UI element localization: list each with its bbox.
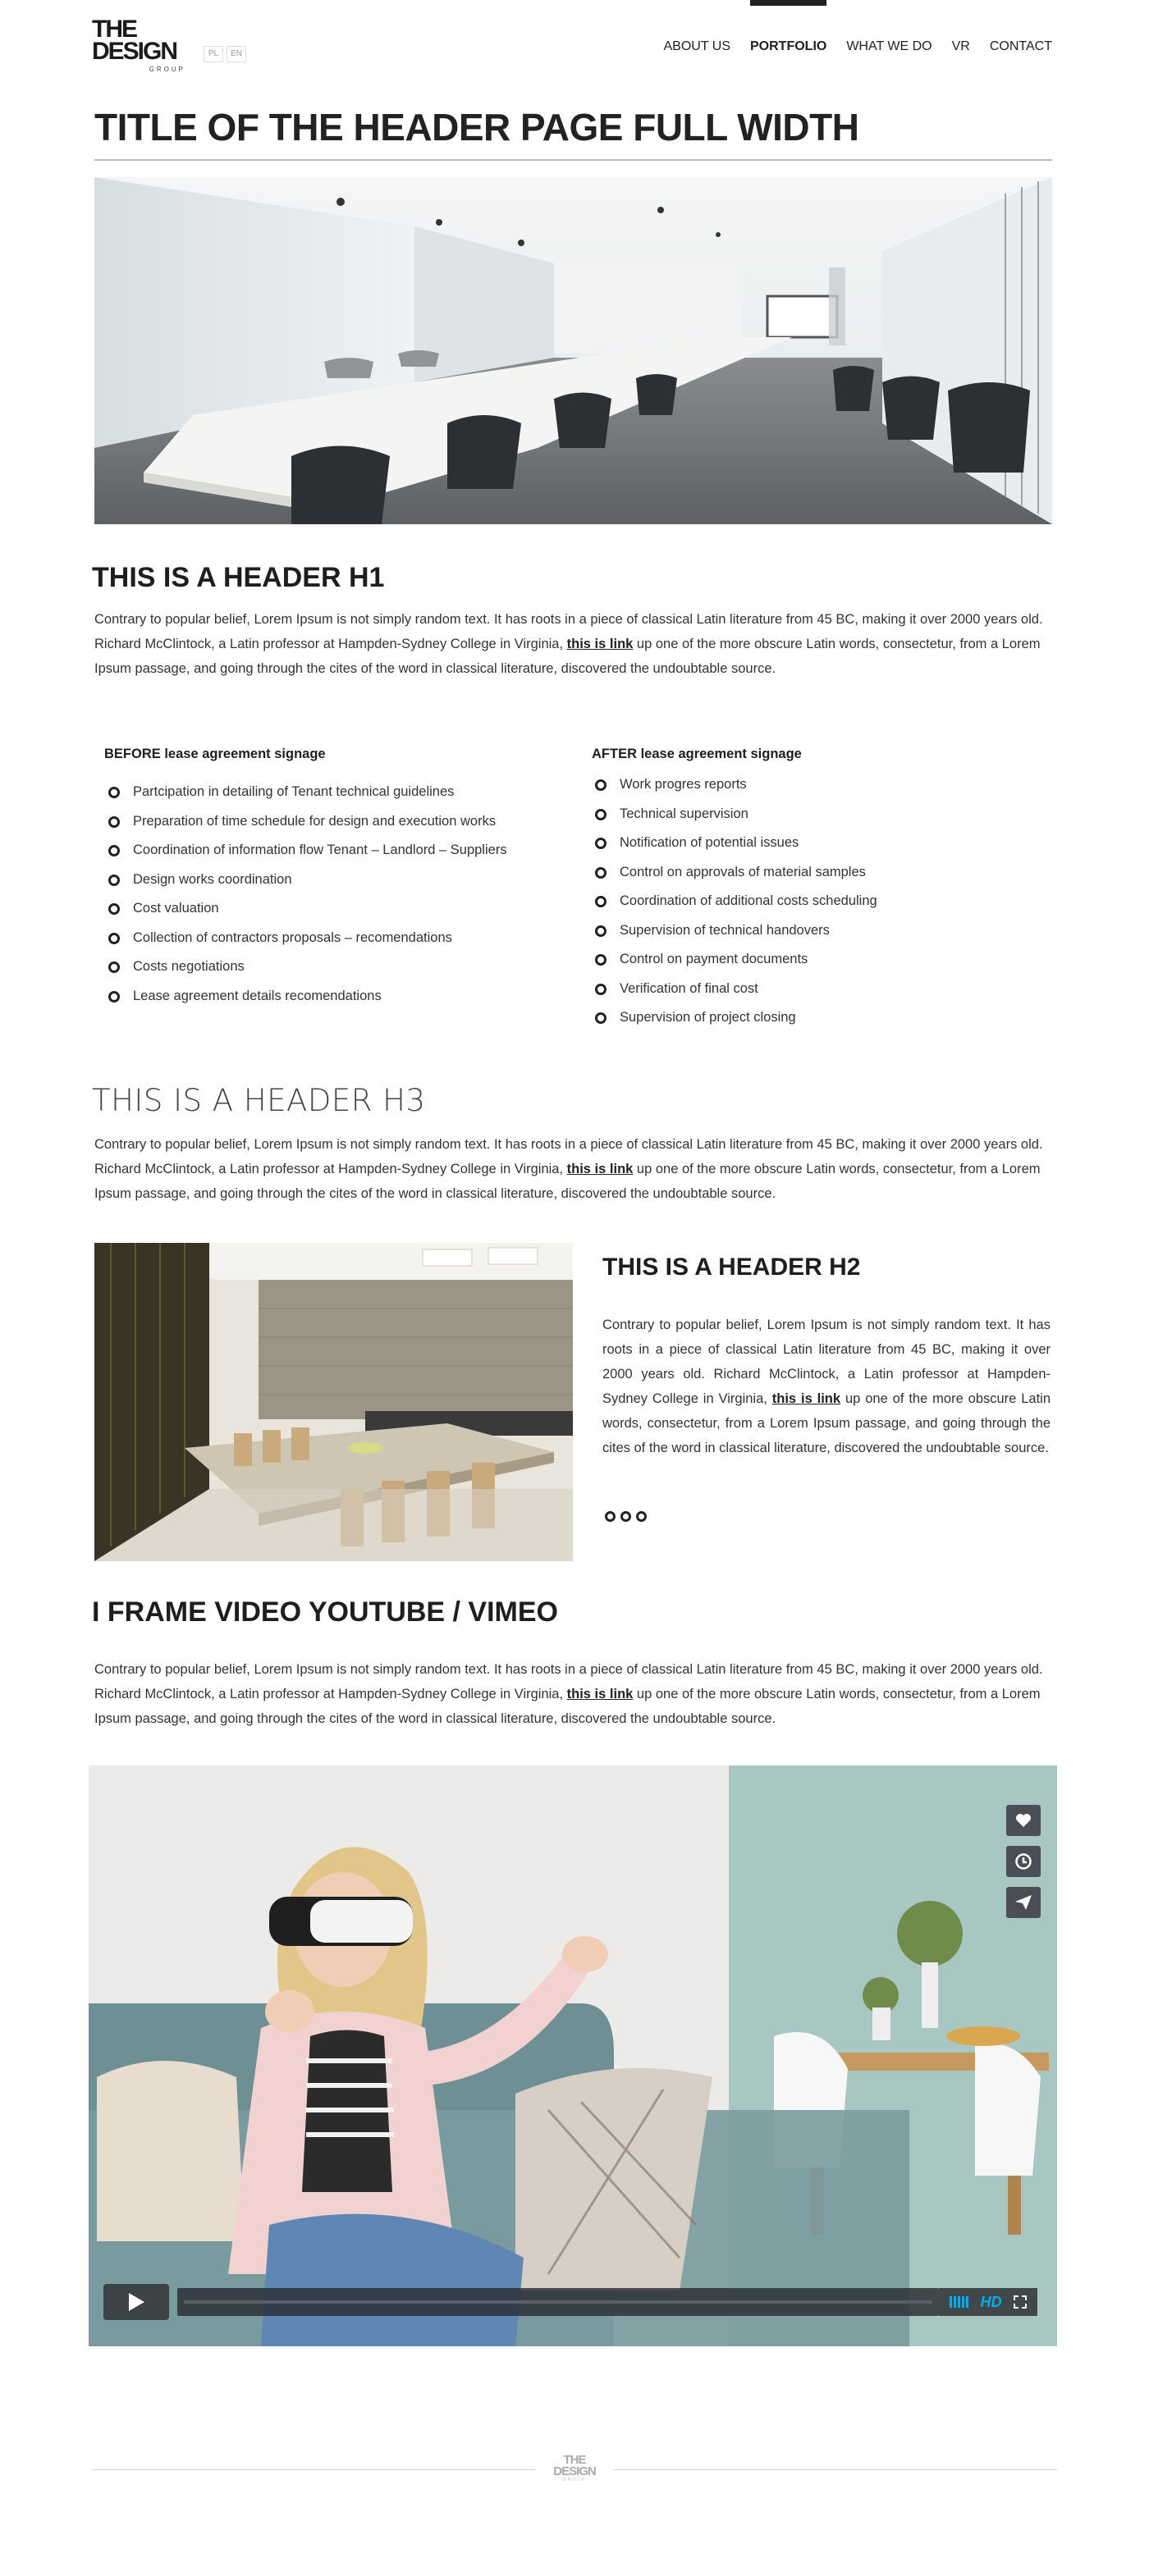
list-item: Preparation of time schedule for design …	[107, 812, 566, 842]
clock-icon	[1015, 1853, 1032, 1870]
kitchen-image	[94, 1243, 573, 1561]
video-thumbnail	[89, 1765, 1057, 2346]
nav-contact[interactable]: CONTACT	[990, 0, 1052, 90]
play-button[interactable]	[103, 2284, 169, 2320]
footer-logo[interactable]: THE DESIGN GROUP	[546, 2454, 603, 2484]
nav-what-we-do[interactable]: WHAT WE DO	[846, 0, 932, 90]
list-item: Lease agreement details recomendations	[107, 987, 566, 1016]
nav-portfolio[interactable]: PORTFOLIO	[750, 0, 827, 90]
before-list-title: BEFORE lease agreement signage	[104, 747, 326, 761]
logo-line-1: THE	[92, 16, 138, 43]
play-icon	[129, 2293, 144, 2311]
nav-about-us[interactable]: ABOUT US	[664, 0, 731, 90]
hd-toggle[interactable]: HD	[980, 2294, 1001, 2311]
section-heading-h3: THIS IS A HEADER H3	[92, 1083, 426, 1118]
video-player[interactable]: HD	[89, 1765, 1057, 2346]
carousel-dots	[605, 1511, 647, 1522]
list-item: Costs negotiations	[107, 957, 566, 987]
logo-line-3: GROUP	[149, 66, 185, 73]
section-heading-h2: THIS IS A HEADER H2	[602, 1254, 861, 1281]
list-item: Collection of contractors proposals – re…	[107, 929, 566, 958]
section-h2-paragraph: Contrary to popular belief, Lorem Ipsum …	[602, 1313, 1051, 1460]
carousel-dot[interactable]	[620, 1511, 631, 1522]
list-item: Partcipation in detailing of Tenant tech…	[107, 783, 566, 812]
office-illustration	[94, 177, 1052, 524]
after-list: Work progres reports Technical supervisi…	[593, 775, 1053, 1038]
list-item: Supervision of project closing	[593, 1008, 1053, 1038]
site-logo[interactable]: THE DESIGN GROUP	[92, 16, 187, 74]
section-h3-paragraph: Contrary to popular belief, Lorem Ipsum …	[94, 1132, 1053, 1206]
video-right-controls: HD	[939, 2288, 1037, 2316]
hero-office-image	[94, 177, 1052, 524]
list-item: Verification of final cost	[593, 980, 1053, 1009]
kitchen-illustration	[94, 1243, 573, 1561]
list-item: Notification of potential issues	[593, 834, 1053, 863]
like-button[interactable]	[1006, 1805, 1041, 1836]
list-item: Work progres reports	[593, 775, 1053, 805]
language-pl-button[interactable]: PL	[204, 46, 223, 62]
progress-track	[184, 2300, 932, 2304]
list-item: Control on approvals of material samples	[593, 863, 1053, 893]
list-item: Supervision of technical handovers	[593, 921, 1053, 951]
video-progress-bar[interactable]	[177, 2288, 939, 2316]
nav-vr[interactable]: VR	[952, 0, 970, 90]
fullscreen-icon[interactable]	[1013, 2295, 1027, 2309]
heart-icon	[1016, 1814, 1031, 1827]
list-item: Control on payment documents	[593, 950, 1053, 980]
list-item: Cost valuation	[107, 899, 566, 929]
title-divider	[94, 159, 1052, 161]
carousel-dot[interactable]	[605, 1511, 616, 1522]
list-item: Coordination of additional costs schedul…	[593, 892, 1053, 921]
section-h1-paragraph: Contrary to popular belief, Lorem Ipsum …	[94, 607, 1053, 681]
logo-line-2: DESIGN	[92, 38, 178, 65]
video-controls: HD	[103, 2284, 1041, 2320]
video-side-actions	[1006, 1805, 1041, 1918]
list-item: Coordination of information flow Tenant …	[107, 841, 566, 870]
after-list-title: AFTER lease agreement signage	[592, 747, 802, 761]
footer-logo-line-2: DESIGN	[553, 2464, 597, 2478]
before-list: Partcipation in detailing of Tenant tech…	[107, 783, 566, 1016]
footer-divider-right	[614, 2469, 1057, 2470]
iframe-section-heading: I FRAME VIDEO YOUTUBE / VIMEO	[92, 1596, 558, 1628]
inline-link[interactable]: this is link	[567, 637, 634, 651]
inline-link[interactable]: this is link	[567, 1687, 634, 1701]
section-heading-h1: THIS IS A HEADER H1	[92, 562, 385, 593]
iframe-section-paragraph: Contrary to popular belief, Lorem Ipsum …	[94, 1657, 1053, 1731]
page-title: TITLE OF THE HEADER PAGE FULL WIDTH	[94, 106, 859, 148]
main-nav: ABOUT US PORTFOLIO WHAT WE DO VR CONTACT	[664, 0, 1052, 90]
volume-icon[interactable]	[950, 2296, 969, 2308]
list-item: Design works coordination	[107, 870, 566, 900]
share-button[interactable]	[1006, 1887, 1041, 1918]
language-en-button[interactable]: EN	[227, 46, 246, 62]
site-header: THE DESIGN GROUP PL EN ABOUT US PORTFOLI…	[0, 0, 1149, 90]
inline-link[interactable]: this is link	[567, 1162, 634, 1176]
watch-later-button[interactable]	[1006, 1846, 1041, 1877]
inline-link[interactable]: this is link	[772, 1391, 840, 1406]
carousel-dot[interactable]	[636, 1511, 647, 1522]
list-item: Technical supervision	[593, 805, 1053, 834]
send-icon	[1015, 1895, 1032, 1910]
footer-divider-left	[92, 2469, 535, 2470]
